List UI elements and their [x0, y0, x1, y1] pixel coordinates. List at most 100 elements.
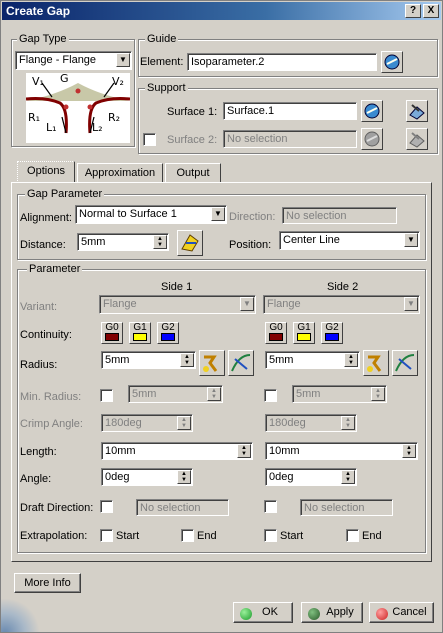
side2-extrap-start-label: Start	[280, 530, 304, 542]
surface1-value: Surface.1	[227, 105, 275, 117]
side1-radius-law-button[interactable]	[199, 350, 225, 376]
alignment-select[interactable]: Normal to Surface 1 ▼	[75, 205, 227, 224]
side1-angle-spinner[interactable]: ▲ ▼	[177, 470, 191, 484]
side1-variant-select: Flange ▼	[99, 295, 256, 314]
side2-min-radius-value: 5mm	[296, 388, 321, 400]
side1-extrap-end-label: End	[197, 530, 217, 542]
ok-label: OK	[262, 606, 278, 618]
direction-field: No selection	[282, 207, 397, 224]
distance-tool-button[interactable]	[177, 230, 203, 256]
g2-swatch	[161, 333, 175, 341]
side2-draft-checkbox[interactable]	[264, 500, 277, 513]
distance-value: 5mm	[81, 236, 106, 248]
surface1-pick-button[interactable]	[361, 100, 383, 122]
side2-angle-field[interactable]: 0deg ▲ ▼	[265, 468, 357, 486]
surface1-label: Surface 1:	[167, 106, 218, 118]
title-bar[interactable]: Create Gap	[2, 2, 441, 20]
side1-variant-value: Flange	[103, 298, 137, 310]
g0-swatch	[105, 333, 119, 341]
side2-continuity-g1[interactable]: G1	[293, 322, 315, 344]
cancel-button[interactable]: Cancel	[369, 602, 434, 623]
surface2-field: No selection	[223, 130, 357, 148]
diagram-r2-label: R₂	[108, 111, 120, 124]
apply-button[interactable]: Apply	[301, 602, 363, 623]
ok-button[interactable]: OK	[233, 602, 293, 623]
diagram-g-label: G	[60, 73, 69, 85]
g2-swatch	[325, 333, 339, 341]
apply-icon	[308, 608, 320, 620]
side1-angle-value: 0deg	[105, 471, 130, 483]
side1-length-field[interactable]: 10mm ▲ ▼	[101, 442, 253, 460]
side1-length-value: 10mm	[105, 445, 136, 457]
side1-continuity-g1[interactable]: G1	[129, 322, 151, 344]
more-info-button[interactable]: More Info	[14, 573, 81, 593]
side1-min-radius-value: 5mm	[132, 388, 157, 400]
gap-type-diagram: V₁ G V₂ R₁ L₁ R₂ L₂	[25, 72, 131, 143]
side1-extrap-start-checkbox[interactable]	[100, 529, 113, 542]
tab-output[interactable]: Output	[165, 163, 221, 182]
side2-continuity-g2[interactable]: G2	[321, 322, 343, 344]
surface1-field[interactable]: Surface.1	[223, 102, 357, 120]
side1-continuity-g2[interactable]: G2	[157, 322, 179, 344]
position-value: Center Line	[283, 234, 340, 246]
close-icon: X	[427, 5, 435, 16]
side2-radius-spinner[interactable]: ▲ ▼	[344, 353, 358, 367]
side1-radius-value: 5mm	[105, 354, 130, 366]
side2-length-field[interactable]: 10mm ▲ ▼	[265, 442, 418, 460]
alignment-label: Alignment:	[20, 212, 72, 224]
help-button[interactable]: ?	[405, 4, 421, 18]
surface1-extra-button[interactable]	[406, 100, 428, 122]
chevron-down-icon: ▼	[116, 53, 130, 67]
diagram-v1-label: V₁	[32, 75, 44, 88]
g1-label: G1	[133, 322, 147, 333]
chevron-down-icon: ▼	[404, 297, 418, 311]
g1-swatch	[297, 333, 311, 341]
side1-angle-field[interactable]: 0deg ▲ ▼	[101, 468, 193, 486]
law-icon	[203, 355, 218, 372]
variant-label: Variant:	[20, 301, 58, 313]
side2-draft-field: No selection	[300, 499, 393, 516]
side1-radius-curve-button[interactable]	[228, 350, 254, 376]
side2-extrap-end-label: End	[362, 530, 382, 542]
side1-min-radius-checkbox[interactable]	[100, 389, 113, 402]
side1-length-spinner[interactable]: ▲ ▼	[237, 444, 251, 458]
extrapolation-label: Extrapolation:	[20, 530, 88, 542]
angle-label: Angle:	[20, 473, 52, 485]
side1-radius-spinner[interactable]: ▲ ▼	[180, 353, 194, 367]
distance-field[interactable]: 5mm ▲ ▼	[77, 233, 169, 251]
tab-options[interactable]: Options	[17, 161, 75, 183]
close-button[interactable]: X	[423, 4, 439, 18]
side1-radius-field[interactable]: 5mm ▲ ▼	[101, 351, 196, 369]
surface2-placeholder: No selection	[227, 133, 288, 145]
side2-crimp-angle-field: 180deg ▲ ▼	[265, 414, 357, 432]
side2-crimp-angle-spinner: ▲ ▼	[341, 416, 355, 430]
side1-crimp-angle-value: 180deg	[105, 417, 142, 429]
side2-angle-spinner[interactable]: ▲ ▼	[341, 470, 355, 484]
position-select[interactable]: Center Line ▼	[279, 231, 420, 250]
side1-draft-checkbox[interactable]	[100, 500, 113, 513]
element-field[interactable]: Isoparameter.2	[187, 53, 377, 71]
gap-type-select[interactable]: Flange - Flange ▼	[15, 51, 132, 70]
tab-approximation[interactable]: Approximation	[77, 163, 163, 182]
tab-approximation-label: Approximation	[84, 167, 156, 179]
side2-extrap-end-checkbox[interactable]	[346, 529, 359, 542]
continuity-label: Continuity:	[20, 329, 72, 341]
element-pick-button[interactable]	[381, 51, 403, 73]
side1-extrap-end-checkbox[interactable]	[181, 529, 194, 542]
surface-pick-icon	[364, 103, 380, 119]
side2-extrap-start-checkbox[interactable]	[264, 529, 277, 542]
side2-radius-field[interactable]: 5mm ▲ ▼	[265, 351, 360, 369]
side1-continuity-g0[interactable]: G0	[101, 322, 123, 344]
side2-radius-curve-button[interactable]	[392, 350, 418, 376]
side2-length-spinner[interactable]: ▲ ▼	[402, 444, 416, 458]
gap-parameter-label: Gap Parameter	[25, 188, 105, 200]
window-title: Create Gap	[6, 4, 71, 18]
side2-min-radius-checkbox[interactable]	[264, 389, 277, 402]
surface2-checkbox[interactable]	[143, 133, 156, 146]
side1-extrap-start-label: Start	[116, 530, 140, 542]
g0-swatch	[269, 333, 283, 341]
side2-continuity-g0[interactable]: G0	[265, 322, 287, 344]
distance-spinner[interactable]: ▲ ▼	[153, 235, 167, 249]
side2-radius-law-button[interactable]	[363, 350, 389, 376]
side2-variant-select: Flange ▼	[263, 295, 420, 314]
